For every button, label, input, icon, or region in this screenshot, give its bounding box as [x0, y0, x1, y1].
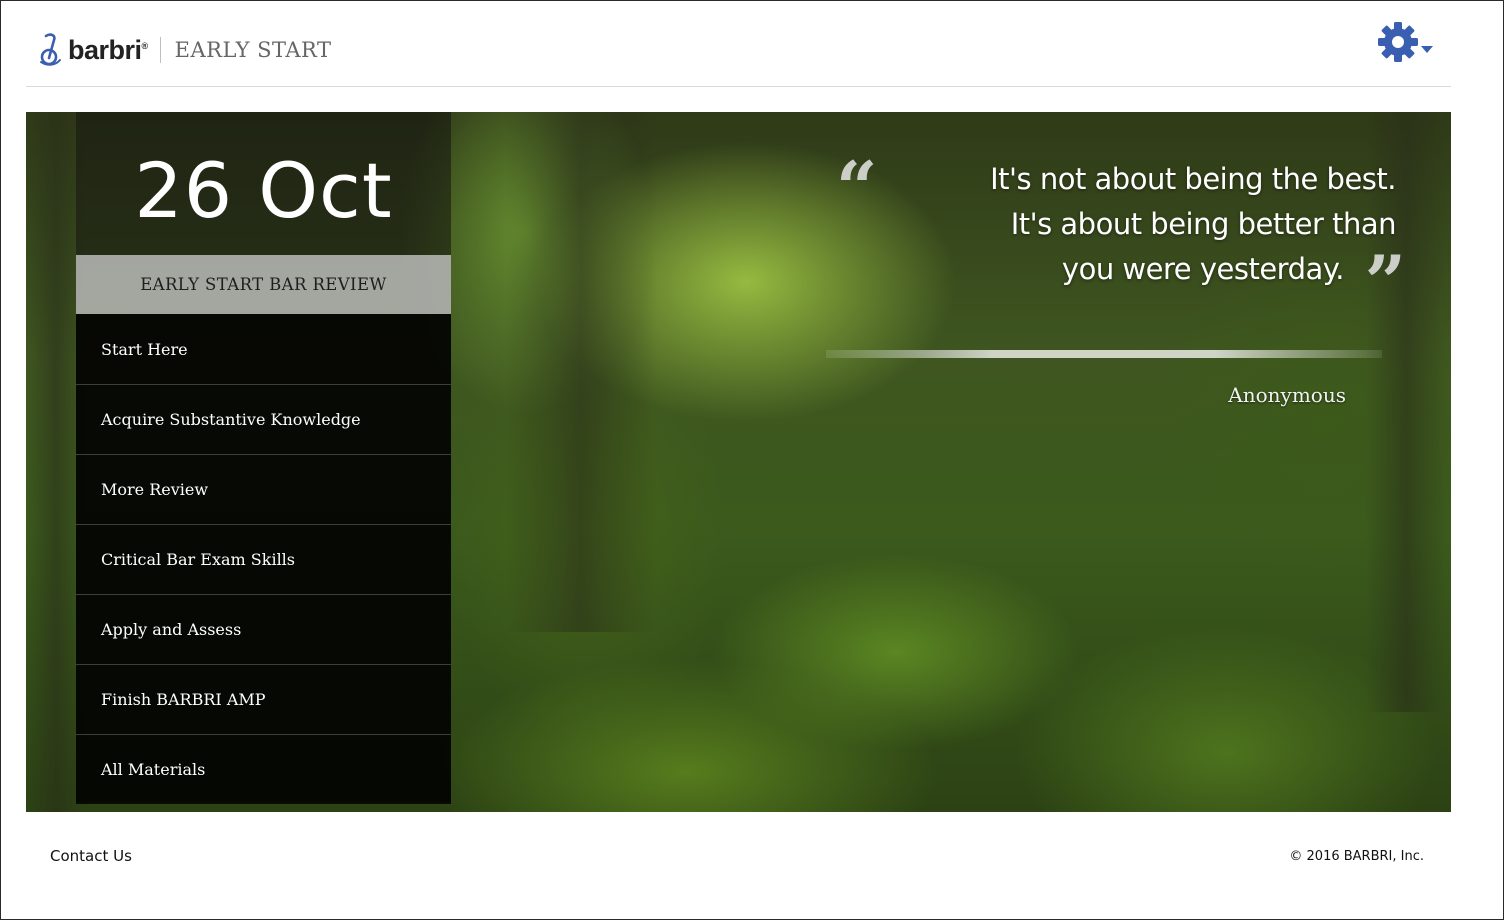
forest-background [506, 112, 656, 632]
quote-line: It's not about being the best. [990, 162, 1396, 196]
menu-title: EARLY START BAR REVIEW [76, 255, 451, 314]
logo-separator [159, 37, 161, 63]
menu-item-all-materials[interactable]: All Materials [76, 734, 451, 804]
menu-item-acquire-substantive-knowledge[interactable]: Acquire Substantive Knowledge [76, 384, 451, 454]
quote-line: It's about being better than [1010, 207, 1397, 241]
gear-icon [1378, 22, 1418, 62]
barbri-logo-icon [40, 33, 61, 66]
barbri-logo[interactable]: barbri® EARLY START [38, 30, 331, 70]
close-quote-icon: ” [1364, 239, 1406, 324]
hero-banner: 26 Oct EARLY START BAR REVIEW Start Here… [26, 112, 1451, 812]
menu-item-critical-bar-exam-skills[interactable]: Critical Bar Exam Skills [76, 524, 451, 594]
current-date: 26 Oct [134, 146, 393, 235]
menu-item-start-here[interactable]: Start Here [76, 314, 451, 384]
copyright-text: © 2016 BARBRI, Inc. [1289, 849, 1424, 864]
header: barbri® EARLY START [26, 0, 1451, 87]
menu-item-apply-and-assess[interactable]: Apply and Assess [76, 594, 451, 664]
menu-item-more-review[interactable]: More Review [76, 454, 451, 524]
open-quote-icon: “ [836, 145, 878, 230]
quote-attribution: Anonymous [1228, 383, 1346, 407]
contact-us-link[interactable]: Contact Us [50, 847, 132, 865]
date-menu-panel: 26 Oct EARLY START BAR REVIEW Start Here… [76, 112, 451, 804]
product-name: EARLY START [174, 38, 332, 62]
menu-item-finish-barbri-amp[interactable]: Finish BARBRI AMP [76, 664, 451, 734]
quote-line: you were yesterday. [1061, 252, 1345, 286]
logo-wordmark: barbri® [68, 34, 148, 65]
quote-divider [826, 350, 1382, 358]
motivational-quote: “ It's not about being the best. It's ab… [816, 145, 1406, 324]
settings-menu-button[interactable] [1377, 20, 1439, 64]
chevron-down-icon [1421, 46, 1433, 53]
course-menu: Start Here Acquire Substantive Knowledge… [76, 314, 451, 804]
